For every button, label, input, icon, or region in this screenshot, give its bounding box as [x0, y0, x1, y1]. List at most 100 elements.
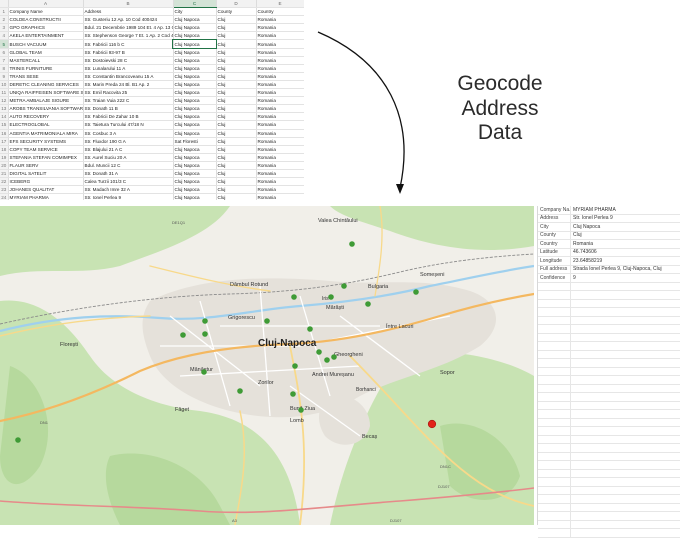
map-pin[interactable] — [307, 326, 313, 332]
table-cell[interactable]: TRINIS FURNITURE — [8, 64, 83, 72]
table-row[interactable]: 11UNIQA RAIFFEISEN SOFTWARE SERVICEStr. … — [0, 89, 304, 97]
column-header-cell[interactable]: Company Name — [8, 8, 83, 16]
map-pin[interactable] — [202, 318, 208, 324]
table-cell[interactable]: Cluj Napoca — [173, 169, 216, 177]
table-cell[interactable]: Bdul. 21 Decembrie 1989 104 Et. 4 Ap. 13… — [83, 24, 173, 32]
column-letter-header[interactable]: B — [83, 0, 173, 8]
table-row[interactable]: 19STEFANIA STEFAN COMIMPEXStr. Aurel Suc… — [0, 153, 304, 161]
table-cell[interactable]: Str. Lunalarului 11 A — [83, 64, 173, 72]
table-cell[interactable]: Cluj Napoca — [173, 80, 216, 88]
table-cell[interactable]: Romania — [256, 97, 304, 105]
table-cell[interactable]: Cluj — [216, 64, 256, 72]
table-cell[interactable]: STEFANIA STEFAN COMIMPEX — [8, 153, 83, 161]
map-pin[interactable] — [264, 318, 270, 324]
table-cell[interactable]: Cluj Napoca — [173, 64, 216, 72]
header-row[interactable]: 1Company NameAddressCityCountyCountry — [0, 8, 304, 16]
table-cell[interactable]: Str. Fabricii 93-97 B — [83, 48, 173, 56]
table-cell[interactable]: Str. Donath 11 B — [83, 105, 173, 113]
table-cell[interactable]: Romania — [256, 113, 304, 121]
table-cell[interactable]: Cluj Napoca — [173, 121, 216, 129]
row-number[interactable]: 2 — [0, 16, 8, 24]
map-pin[interactable] — [324, 357, 330, 363]
table-cell[interactable]: Str. Constantin Brancoveanu 15 A — [83, 72, 173, 80]
table-cell[interactable]: Cluj — [216, 137, 256, 145]
table-cell[interactable]: MASTERCALL — [8, 56, 83, 64]
table-cell[interactable]: DIGITAL SATELIT — [8, 169, 83, 177]
table-cell[interactable]: FLAUR SERV — [8, 161, 83, 169]
table-cell[interactable]: Cluj — [216, 80, 256, 88]
table-cell[interactable]: Cluj Napoca — [173, 48, 216, 56]
table-cell[interactable]: Str. Aurel Suciu 20 A — [83, 153, 173, 161]
table-cell[interactable]: GLOBAL TEAM — [8, 48, 83, 56]
map-pin[interactable] — [316, 349, 322, 355]
table-cell[interactable]: Cluj Napoca — [173, 113, 216, 121]
table-cell[interactable]: Cluj Napoca — [173, 40, 216, 48]
map-pin[interactable] — [15, 437, 21, 443]
table-cell[interactable]: COPY TEAM SERVICE — [8, 145, 83, 153]
table-cell[interactable]: MYRIAM PHARMA — [8, 194, 83, 200]
table-cell[interactable]: Romania — [256, 194, 304, 200]
table-cell[interactable]: Romania — [256, 121, 304, 129]
table-cell[interactable]: Str. Fluxdor 190 G A — [83, 137, 173, 145]
table-cell[interactable]: Cluj — [216, 178, 256, 186]
table-row[interactable]: 14AUTO RECOVERYStr. Fabricii De Zahar 10… — [0, 113, 304, 121]
column-letter-header[interactable]: D — [216, 0, 256, 8]
table-cell[interactable]: Romania — [256, 40, 304, 48]
row-number[interactable]: 10 — [0, 80, 8, 88]
table-cell[interactable]: Cluj — [216, 145, 256, 153]
table-cell[interactable]: Romania — [256, 186, 304, 194]
table-cell[interactable]: Str. Stephenson George 7 Et. 1 Ap. 2 Cod… — [83, 32, 173, 40]
table-cell[interactable]: Cluj Napoca — [173, 105, 216, 113]
table-cell[interactable]: Str. Dostoievski 28 C — [83, 56, 173, 64]
table-cell[interactable]: Str. Ionel Perlea 9 — [83, 194, 173, 200]
table-row[interactable]: 9TRANS SESEStr. Constantin Brancoveanu 1… — [0, 72, 304, 80]
row-number[interactable]: 4 — [0, 32, 8, 40]
column-header-cell[interactable]: County — [216, 8, 256, 16]
table-row[interactable]: 10DERETIC CLEANING SERVICESStr. Marin Pr… — [0, 80, 304, 88]
table-cell[interactable]: Cluj — [216, 153, 256, 161]
map-pin[interactable] — [341, 283, 347, 289]
row-number[interactable]: 20 — [0, 161, 8, 169]
table-cell[interactable]: Romania — [256, 16, 304, 24]
table-cell[interactable]: AUTO RECOVERY — [8, 113, 83, 121]
table-cell[interactable]: Romania — [256, 80, 304, 88]
row-number[interactable]: 14 — [0, 113, 8, 121]
table-cell[interactable]: Romania — [256, 129, 304, 137]
table-cell[interactable]: Cluj Napoca — [173, 56, 216, 64]
row-number[interactable]: 17 — [0, 137, 8, 145]
table-cell[interactable]: Romania — [256, 137, 304, 145]
map-pin[interactable] — [202, 331, 208, 337]
table-cell[interactable]: Romania — [256, 72, 304, 80]
selected-map-pin[interactable] — [428, 420, 436, 428]
table-cell[interactable]: Cluj Napoca — [173, 72, 216, 80]
map-pin[interactable] — [328, 294, 334, 300]
table-cell[interactable]: Cluj — [216, 113, 256, 121]
table-cell[interactable]: Str. Madach Imre 32 A — [83, 186, 173, 194]
row-number[interactable]: 16 — [0, 129, 8, 137]
table-cell[interactable]: Cluj — [216, 40, 256, 48]
row-number[interactable]: 24 — [0, 194, 8, 200]
table-row[interactable]: 6GLOBAL TEAMStr. Fabricii 93-97 BCluj Na… — [0, 48, 304, 56]
table-row[interactable]: 20FLAUR SERVBdul. Muncii 12 CCluj Napoca… — [0, 161, 304, 169]
table-cell[interactable]: Cluj Napoca — [173, 32, 216, 40]
table-cell[interactable]: Romania — [256, 56, 304, 64]
table-cell[interactable]: Cluj — [216, 72, 256, 80]
table-cell[interactable]: Romania — [256, 169, 304, 177]
table-cell[interactable]: Romania — [256, 105, 304, 113]
table-cell[interactable]: Cluj Napoca — [173, 161, 216, 169]
table-cell[interactable]: Cluj — [216, 105, 256, 113]
table-row[interactable]: 21DIGITAL SATELITStr. Donath 31 ACluj Na… — [0, 169, 304, 177]
table-cell[interactable]: METRA AMBALAJE SIGURE — [8, 97, 83, 105]
table-row[interactable]: 2COLDEA CONSTRUCTIIStr. Gusteriu 12 Ap. … — [0, 16, 304, 24]
map-pin[interactable] — [237, 388, 243, 394]
map-pin[interactable] — [331, 354, 337, 360]
table-cell[interactable]: Romania — [256, 24, 304, 32]
table-cell[interactable]: Calea Turzii 101/3 C — [83, 178, 173, 186]
table-cell[interactable]: Romania — [256, 48, 304, 56]
column-header-cell[interactable]: Country — [256, 8, 304, 16]
table-row[interactable]: 23JOHANES QUALITATStr. Madach Imre 32 AC… — [0, 186, 304, 194]
table-cell[interactable]: Cluj Napoca — [173, 16, 216, 24]
table-cell[interactable]: ICEBERG — [8, 178, 83, 186]
map-view[interactable]: Valea Chintăului Someșeni Dâmbul Rotund … — [0, 206, 534, 525]
table-cell[interactable]: Romania — [256, 32, 304, 40]
